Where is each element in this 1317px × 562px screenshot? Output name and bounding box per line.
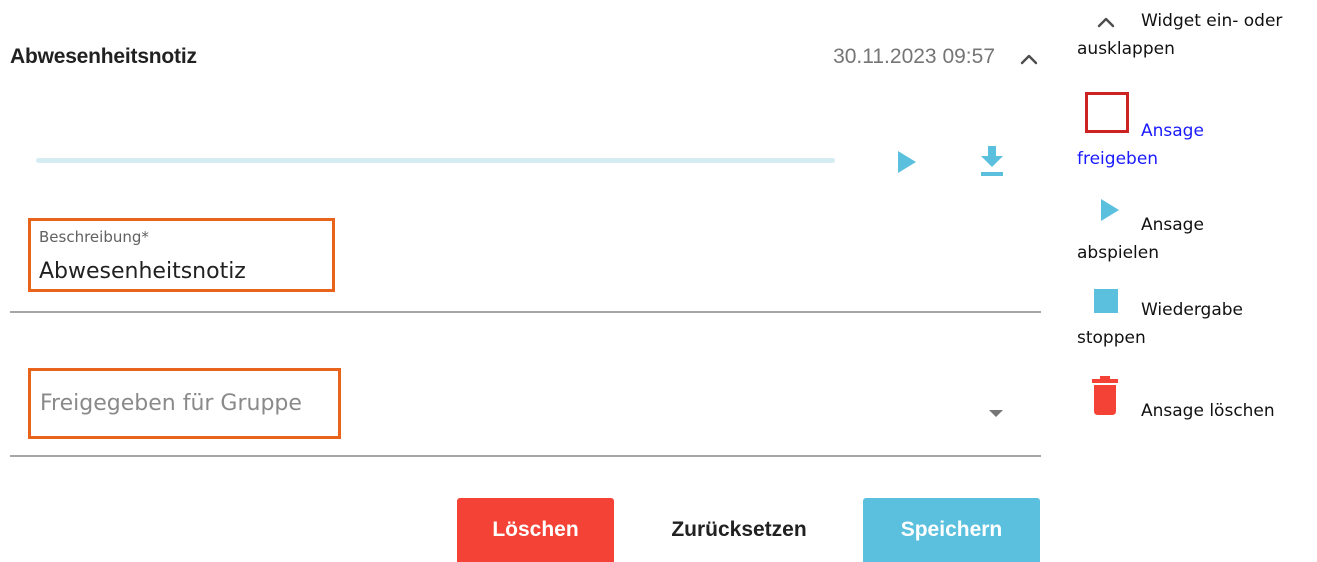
play-icon	[898, 151, 916, 173]
group-select-dropdown[interactable]	[989, 403, 1003, 417]
play-button[interactable]	[896, 150, 918, 174]
legend-play-line1: Ansage	[1141, 215, 1204, 235]
legend-stop-line2: stoppen	[1077, 328, 1146, 348]
share-checkbox-icon	[1085, 92, 1129, 133]
legend-play-line2: abspielen	[1077, 243, 1159, 263]
legend-delete-line1: Ansage löschen	[1141, 401, 1275, 421]
legend-share-line2[interactable]: freigeben	[1077, 145, 1158, 173]
widget-title: Abwesenheitsnotiz	[10, 45, 197, 68]
trash-icon	[1092, 376, 1118, 415]
chevron-up-icon	[1097, 17, 1115, 28]
description-label: Beschreibung*	[39, 228, 149, 246]
play-icon	[1101, 199, 1119, 221]
stop-icon	[1094, 289, 1118, 313]
group-underline	[10, 455, 1041, 457]
description-input[interactable]: Abwesenheitsnotiz	[39, 259, 246, 284]
chevron-up-icon	[1020, 54, 1038, 65]
legend-collapse-line1: Widget ein- oder	[1141, 11, 1283, 31]
collapse-toggle-button[interactable]	[1017, 48, 1041, 70]
caret-down-icon	[989, 410, 1003, 417]
download-button[interactable]	[980, 145, 1004, 177]
group-select[interactable]: Freigegeben für Gruppe	[40, 391, 302, 416]
reset-button[interactable]: Zurücksetzen	[648, 498, 830, 562]
delete-button[interactable]: Löschen	[457, 498, 614, 562]
download-icon	[981, 146, 1003, 176]
description-underline	[10, 311, 1041, 313]
widget-datetime: 30.11.2023 09:57	[833, 45, 995, 68]
save-button[interactable]: Speichern	[863, 498, 1040, 562]
legend-share-line1[interactable]: Ansage	[1141, 117, 1204, 145]
playback-progress-bar[interactable]	[36, 158, 835, 163]
legend-collapse-line2: ausklappen	[1077, 39, 1175, 59]
legend-stop-line1: Wiedergabe	[1141, 300, 1244, 320]
